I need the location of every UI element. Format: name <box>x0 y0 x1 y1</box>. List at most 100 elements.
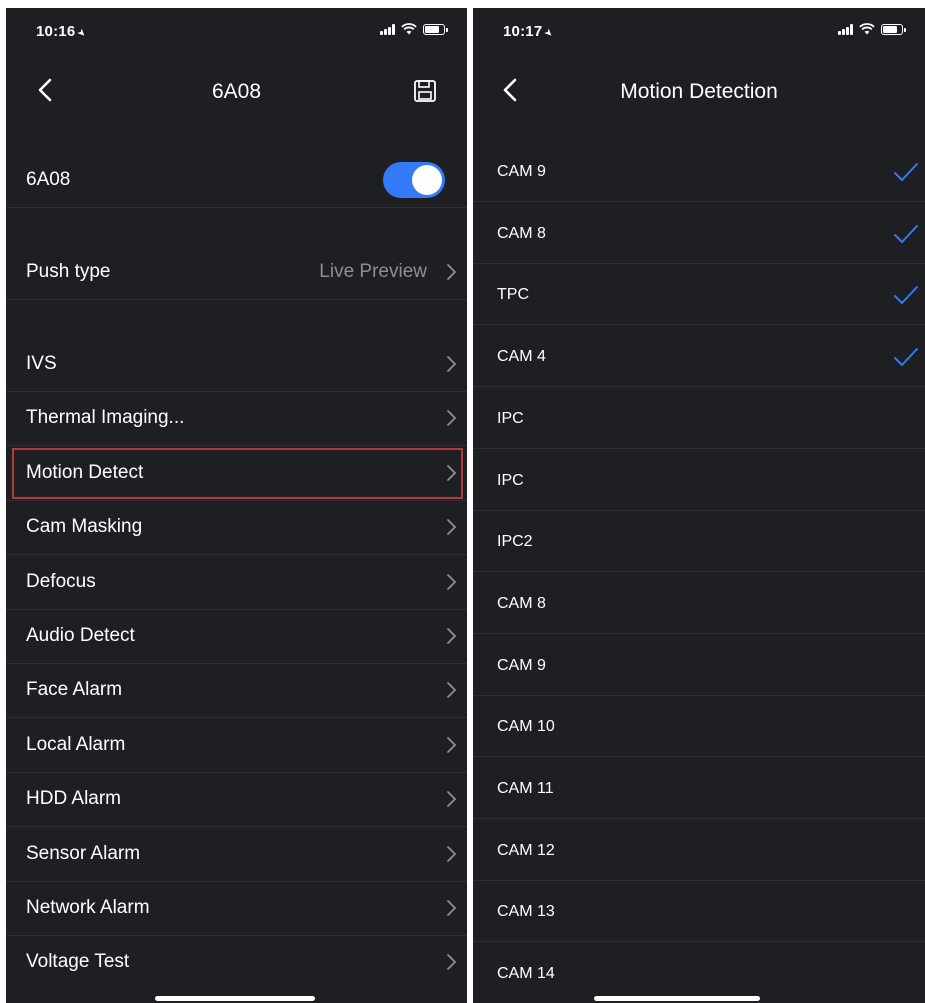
home-indicator <box>155 996 315 1001</box>
nav-bar: Motion Detection <box>473 66 925 114</box>
save-icon[interactable] <box>413 79 437 103</box>
chevron-right-icon <box>447 356 457 372</box>
channel-list-item[interactable]: CAM 4 <box>473 326 925 387</box>
chevron-left-icon[interactable] <box>497 76 525 104</box>
channel-label: CAM 9 <box>497 162 546 180</box>
settings-list-item-label: IVS <box>26 353 57 374</box>
channel-label: CAM 11 <box>497 779 554 797</box>
channel-list-item[interactable]: CAM 9 <box>473 635 925 696</box>
settings-list-item-label: Audio Detect <box>26 625 135 646</box>
device-enable-toggle[interactable] <box>383 162 445 198</box>
settings-list-item[interactable]: Face Alarm <box>6 663 467 717</box>
settings-list-item-label: Thermal Imaging... <box>26 407 185 428</box>
channel-list-item[interactable]: CAM 9 <box>473 141 925 202</box>
channel-list-item[interactable]: CAM 8 <box>473 203 925 264</box>
settings-list-item-label: Local Alarm <box>26 734 126 755</box>
settings-list-item[interactable]: Network Alarm <box>6 881 467 935</box>
checkmark-icon <box>894 285 918 304</box>
channel-label: IPC <box>497 409 524 427</box>
chevron-right-icon <box>447 900 457 916</box>
channel-list-item[interactable]: IPC <box>473 450 925 511</box>
channel-label: TPC <box>497 285 529 303</box>
channel-label: CAM 4 <box>497 347 546 365</box>
channel-list-item[interactable]: CAM 8 <box>473 573 925 634</box>
channel-label: CAM 12 <box>497 841 555 859</box>
settings-list-item[interactable]: Local Alarm <box>6 718 467 772</box>
divider <box>473 941 925 942</box>
channel-label: CAM 10 <box>497 717 555 735</box>
push-type-label: Push type <box>26 261 111 282</box>
channel-list-item[interactable]: CAM 14 <box>473 943 925 1003</box>
checkmark-icon <box>894 224 918 243</box>
device-toggle-row: 6A08 <box>6 153 467 207</box>
home-indicator <box>594 996 760 1001</box>
channel-label: IPC <box>497 471 524 489</box>
chevron-right-icon <box>447 519 457 535</box>
settings-list-item[interactable]: Voltage Test <box>6 935 467 989</box>
chevron-right-icon <box>447 737 457 753</box>
page-title: 6A08 <box>211 80 262 103</box>
chevron-right-icon <box>447 682 457 698</box>
divider <box>473 324 925 325</box>
wifi-icon <box>859 23 875 35</box>
channel-label: CAM 13 <box>497 902 555 920</box>
status-bar: 10:17➤ <box>473 8 925 54</box>
settings-list-item[interactable]: Thermal Imaging... <box>6 391 467 445</box>
nav-bar: 6A08 <box>6 66 467 114</box>
wifi-icon <box>401 23 417 35</box>
settings-list-item-label: Voltage Test <box>26 951 130 972</box>
settings-list-item[interactable]: Audio Detect <box>6 609 467 663</box>
chevron-left-icon[interactable] <box>32 76 60 104</box>
checkmark-icon <box>894 162 918 181</box>
right-screen: 10:17➤ Motion Detection CAM 9 CAM 8 TPC CAM… <box>473 8 925 1003</box>
status-icons <box>380 23 448 35</box>
status-time: 10:16➤ <box>36 23 89 41</box>
channel-list-item[interactable]: IPC <box>473 388 925 449</box>
device-toggle-label: 6A08 <box>26 169 71 190</box>
channel-list-item[interactable]: CAM 10 <box>473 696 925 757</box>
channel-label: CAM 8 <box>497 594 546 612</box>
divider <box>473 818 925 819</box>
divider <box>473 448 925 449</box>
checkmark-icon <box>894 347 918 366</box>
chevron-right-icon <box>447 410 457 426</box>
settings-list-item-label: Face Alarm <box>26 679 123 700</box>
left-screen: 10:16➤ 6A08 6A08 Push type Live Preview … <box>6 8 467 1003</box>
location-arrow-icon: ➤ <box>541 26 556 41</box>
settings-list-item-label: HDD Alarm <box>26 788 122 809</box>
channel-list-item[interactable]: IPC2 <box>473 511 925 572</box>
settings-list-item[interactable]: HDD Alarm <box>6 772 467 826</box>
channel-list-item[interactable]: CAM 11 <box>473 758 925 819</box>
channel-list-item[interactable]: CAM 12 <box>473 820 925 881</box>
toggle-knob <box>412 165 442 195</box>
chevron-right-icon <box>447 574 457 590</box>
divider <box>6 299 467 300</box>
settings-list-item[interactable]: Sensor Alarm <box>6 827 467 881</box>
page-title: Motion Detection <box>620 80 778 103</box>
settings-list-item-label: Sensor Alarm <box>26 843 141 864</box>
settings-list-item[interactable]: Defocus <box>6 555 467 609</box>
cellular-signal-icon <box>838 23 853 35</box>
push-type-value: Live Preview <box>319 261 427 282</box>
status-bar: 10:16➤ <box>6 8 467 54</box>
divider <box>473 756 925 757</box>
settings-list-item-label: Cam Masking <box>26 516 143 537</box>
chevron-right-icon <box>447 791 457 807</box>
chevron-right-icon <box>447 628 457 644</box>
divider <box>6 207 467 208</box>
channel-label: CAM 14 <box>497 964 555 982</box>
battery-icon <box>881 23 906 35</box>
channel-label: IPC2 <box>497 532 533 550</box>
divider <box>473 201 925 202</box>
settings-list-item-label: Defocus <box>26 571 96 592</box>
divider <box>473 571 925 572</box>
channel-label: CAM 9 <box>497 656 546 674</box>
push-type-row[interactable]: Push type Live Preview <box>6 245 467 299</box>
status-icons <box>838 23 906 35</box>
channel-list-item[interactable]: CAM 13 <box>473 881 925 942</box>
status-time: 10:17➤ <box>503 23 556 41</box>
settings-list-item[interactable]: IVS <box>6 337 467 391</box>
settings-list-item[interactable]: Cam Masking <box>6 500 467 554</box>
channel-list-item[interactable]: TPC <box>473 264 925 325</box>
selected-row-highlight <box>12 448 463 499</box>
